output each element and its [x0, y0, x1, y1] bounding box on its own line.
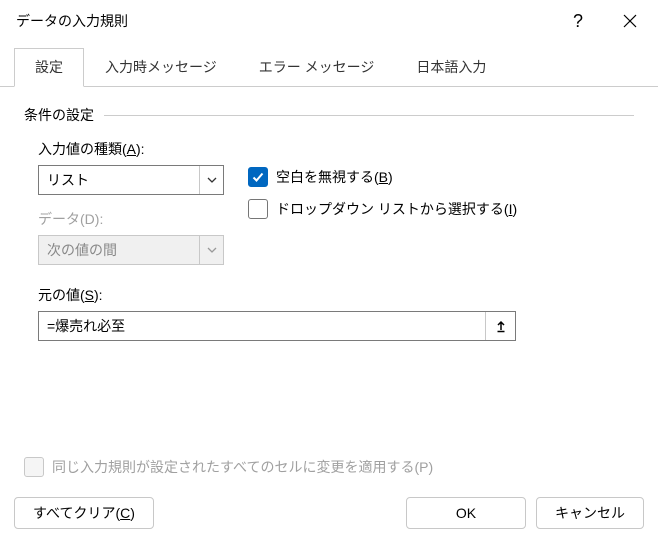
- dialog-title: データの入力規則: [16, 11, 552, 31]
- range-selector-icon: [494, 319, 508, 333]
- close-button[interactable]: [604, 0, 656, 42]
- apply-all-label: 同じ入力規則が設定されたすべてのセルに変更を適用する(P): [52, 457, 433, 477]
- allow-label: 入力値の種類(A):: [38, 139, 224, 159]
- data-validation-dialog: データの入力規則 ? 設定 入力時メッセージ エラー メッセージ 日本語入力 条…: [0, 0, 658, 543]
- data-dropdown-button: [199, 236, 223, 264]
- ok-button[interactable]: OK: [406, 497, 526, 529]
- source-label: 元の値(S):: [38, 285, 634, 305]
- settings-panel: 条件の設定 入力値の種類(A): リスト データ(D): 次の値の間: [0, 87, 658, 487]
- tab-error-alert[interactable]: エラー メッセージ: [238, 48, 396, 86]
- check-icon: [251, 170, 265, 184]
- tab-strip: 設定 入力時メッセージ エラー メッセージ 日本語入力: [0, 42, 658, 87]
- ignore-blank-row[interactable]: 空白を無視する(B): [248, 167, 634, 187]
- allow-value: リスト: [39, 166, 199, 194]
- in-cell-dropdown-checkbox[interactable]: [248, 199, 268, 219]
- ignore-blank-checkbox[interactable]: [248, 167, 268, 187]
- cancel-button[interactable]: キャンセル: [536, 497, 644, 529]
- source-input-wrap: [38, 311, 516, 341]
- clear-all-button[interactable]: すべてクリア(C): [14, 497, 154, 529]
- dialog-footer: すべてクリア(C) OK キャンセル: [0, 487, 658, 543]
- data-value: 次の値の間: [39, 236, 199, 264]
- source-input[interactable]: [39, 312, 485, 340]
- divider: [104, 115, 634, 116]
- criteria-section-text: 条件の設定: [24, 105, 94, 125]
- help-button[interactable]: ?: [552, 0, 604, 42]
- allow-combobox[interactable]: リスト: [38, 165, 224, 195]
- data-label: データ(D):: [38, 209, 224, 229]
- range-selector-button[interactable]: [485, 312, 515, 340]
- apply-all-row: 同じ入力規則が設定されたすべてのセルに変更を適用する(P): [24, 457, 634, 477]
- titlebar: データの入力規則 ?: [0, 0, 658, 42]
- data-combobox: 次の値の間: [38, 235, 224, 265]
- criteria-section-label: 条件の設定: [24, 105, 634, 125]
- tab-input-message[interactable]: 入力時メッセージ: [84, 48, 238, 86]
- ignore-blank-label: 空白を無視する(B): [276, 167, 393, 187]
- apply-all-checkbox: [24, 457, 44, 477]
- close-icon: [623, 14, 637, 28]
- in-cell-dropdown-label: ドロップダウン リストから選択する(I): [276, 199, 517, 219]
- allow-dropdown-button[interactable]: [199, 166, 223, 194]
- in-cell-dropdown-row[interactable]: ドロップダウン リストから選択する(I): [248, 199, 634, 219]
- chevron-down-icon: [207, 247, 217, 253]
- chevron-down-icon: [207, 177, 217, 183]
- tab-ime-mode[interactable]: 日本語入力: [395, 48, 507, 86]
- tab-settings[interactable]: 設定: [14, 48, 84, 87]
